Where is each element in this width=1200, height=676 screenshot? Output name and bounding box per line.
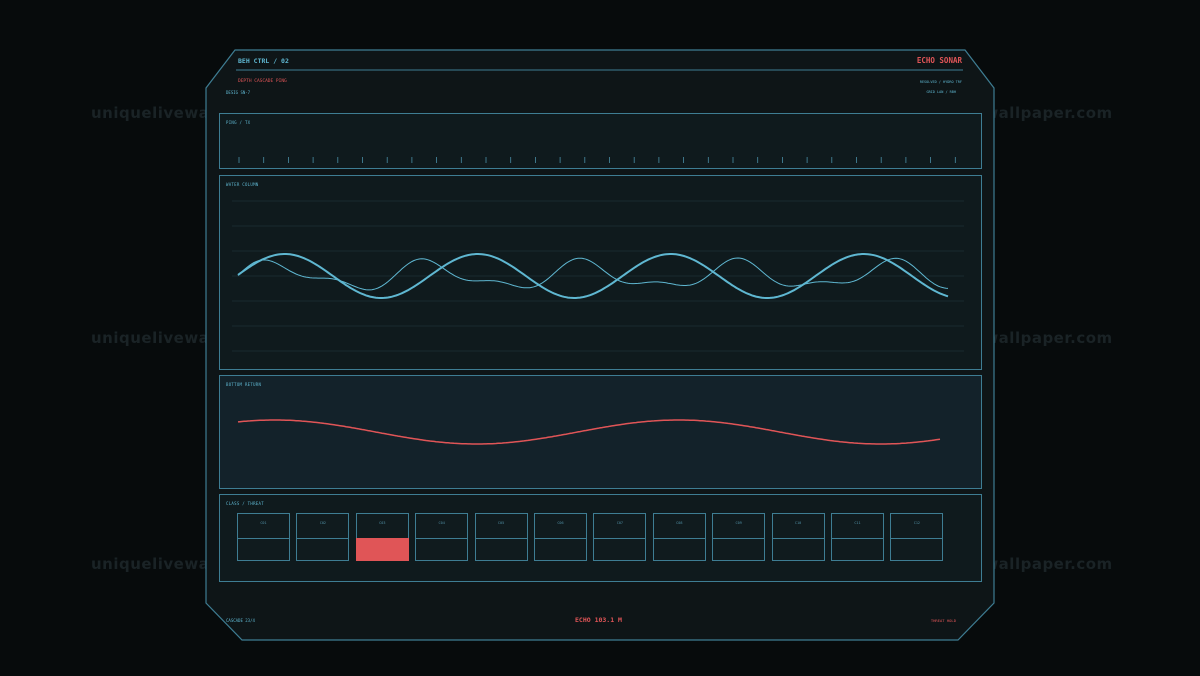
class-cell[interactable]: C01 — [237, 513, 290, 561]
class-cell-indicator — [415, 538, 469, 561]
class-cell-indicator — [831, 538, 884, 561]
class-cell[interactable]: C10 — [771, 513, 825, 561]
class-cell-label: C09 — [735, 521, 742, 525]
class-cell[interactable]: C08 — [652, 513, 706, 561]
class-cell-label: C01 — [260, 521, 267, 525]
class-cell[interactable]: C11 — [831, 513, 884, 561]
class-threat-label: CLASS / THREAT — [226, 501, 264, 506]
class-cell-indicator — [296, 538, 350, 561]
water-column-panel: WATER COLUMN — [219, 175, 982, 370]
bottom-return-panel: BOTTOM RETURN — [219, 375, 982, 489]
class-cell-label: C05 — [497, 521, 505, 525]
class-cell-label: C12 — [913, 521, 921, 525]
water-column-plot — [232, 200, 964, 352]
class-cell[interactable]: C05 — [474, 513, 528, 561]
class-cell[interactable]: C12 — [890, 513, 944, 561]
class-cell-label: C06 — [557, 521, 564, 525]
footer-cascade: CASCADE 23/4 — [226, 618, 255, 623]
header-desig: DESIG SN-7 — [226, 90, 251, 95]
class-cell[interactable]: C02 — [296, 513, 350, 561]
class-cell[interactable]: C03 — [355, 513, 409, 561]
header-left-title: BEH CTRL / 02 — [238, 57, 289, 65]
bottom-return-wave — [237, 419, 941, 445]
class-cell-indicator — [237, 538, 290, 561]
class-cell[interactable]: C07 — [593, 513, 647, 561]
class-cell[interactable]: C04 — [415, 513, 469, 561]
class-cell-indicator — [712, 538, 766, 561]
class-cell-indicator — [474, 538, 528, 561]
header-meta-1: RESOLVED / HYDRO TRF — [919, 80, 962, 84]
header-subtitle: DEPTH CASCADE PING — [238, 79, 287, 84]
class-cell-label: C02 — [319, 521, 327, 525]
footer-threat-status: THREAT HOLD — [930, 618, 956, 623]
ping-panel: PING / TX — [219, 113, 982, 169]
class-cell-label: C08 — [676, 521, 683, 525]
class-cell-indicator — [593, 538, 647, 561]
class-cell-indicator — [534, 538, 587, 561]
class-cell-label: C03 — [379, 521, 386, 525]
class-cell-label: C10 — [794, 521, 802, 525]
ping-tick-scale — [238, 157, 956, 163]
class-cell-indicator — [355, 538, 409, 561]
header-right-title: ECHO SONAR — [916, 56, 962, 65]
header-meta-2: GRID LAN / RBH — [926, 90, 956, 94]
class-cell-indicator — [890, 538, 944, 561]
class-threat-panel: CLASS / THREAT C01 C02 C03 C04 C05 C06 C07 C08 C… — [219, 494, 982, 582]
class-cell[interactable]: C06 — [534, 513, 587, 561]
class-cell-indicator — [652, 538, 706, 561]
class-cell-indicator — [771, 538, 825, 561]
class-cell-label: C11 — [854, 521, 861, 525]
class-cell-label: C07 — [616, 521, 624, 525]
footer-echo-readout: ECHO 103.1 M — [575, 616, 622, 624]
bottom-return-plot — [237, 419, 941, 445]
class-cell-label: C04 — [438, 521, 445, 525]
class-cell[interactable]: C09 — [712, 513, 766, 561]
